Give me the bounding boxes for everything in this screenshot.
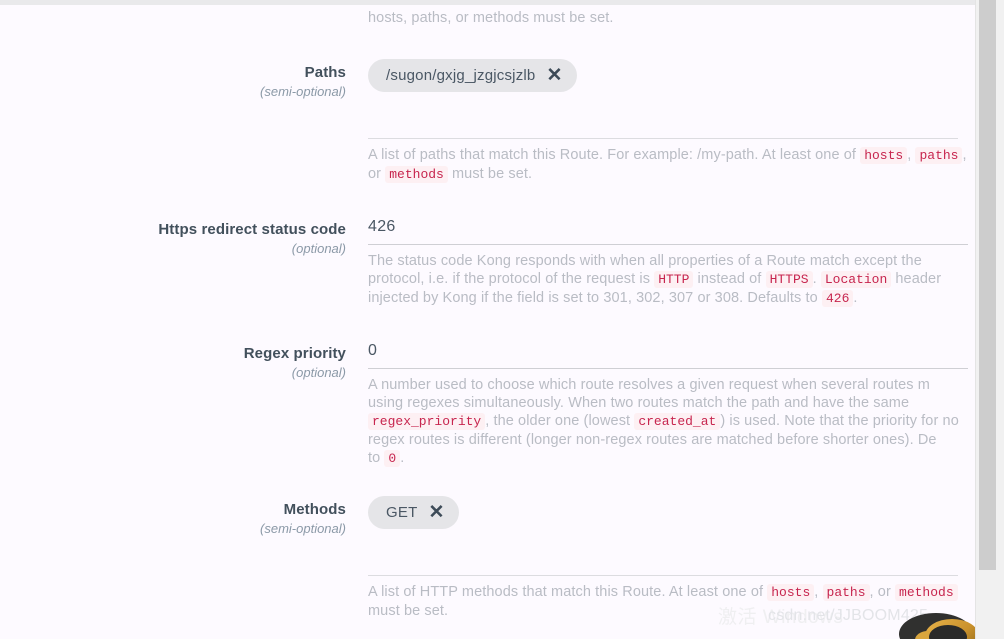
- methods-help-line-1: A list of HTTP methods that match this R…: [368, 576, 975, 602]
- https-redirect-help-line-2: protocol, i.e. if the protocol of the re…: [368, 271, 942, 288]
- route-settings-form: hosts, paths, or methods must be set. Pa…: [0, 5, 975, 639]
- field-column-paths: /sugon/gxjg_jzgjcsjzlb ✕ A list of paths…: [368, 53, 975, 184]
- inline-code-tag: methods: [385, 166, 448, 183]
- field-column-methods: GET ✕ A list of HTTP methods that match …: [368, 490, 975, 620]
- regex-priority-help-line-1: A number used to choose which route reso…: [368, 377, 930, 393]
- inline-code-tag: 0: [384, 450, 401, 467]
- previous-field-help-text: hosts, paths, or methods must be set.: [368, 10, 614, 26]
- inline-code-tag: regex_priority: [368, 413, 486, 430]
- label-column-https-redirect: Https redirect status code (optional): [0, 210, 368, 308]
- paths-help-line-2: or methods must be set.: [368, 166, 533, 183]
- label-column-paths: Paths (semi-optional): [0, 53, 368, 184]
- paths-chip-label: /sugon/gxjg_jzgjcsjzlb: [386, 67, 536, 84]
- field-optionality-paths: (semi-optional): [260, 84, 346, 99]
- regex-priority-input[interactable]: [368, 340, 968, 369]
- field-optionality-https-redirect: (optional): [291, 241, 346, 256]
- field-label-paths: Paths: [304, 64, 346, 81]
- close-icon[interactable]: ✕: [546, 66, 562, 85]
- regex-priority-help-line-5: to 0.: [368, 450, 405, 467]
- field-label-regex-priority: Regex priority: [243, 345, 346, 362]
- form-row-methods: Methods (semi-optional) GET ✕ A list of …: [0, 490, 975, 620]
- methods-help-line-2: must be set.: [368, 603, 449, 619]
- field-label-methods: Methods: [283, 501, 346, 518]
- inline-code-tag: paths: [915, 147, 963, 164]
- inline-code-tag: HTTPS: [765, 271, 813, 288]
- regex-priority-help-line-4: regex routes is different (longer non-re…: [368, 432, 937, 448]
- close-icon[interactable]: ✕: [428, 503, 444, 522]
- methods-chip-label: GET: [386, 504, 418, 521]
- inline-code-tag: methods: [895, 584, 958, 601]
- inline-code-tag: hosts: [860, 147, 908, 164]
- scrollbar-thumb[interactable]: [979, 0, 996, 570]
- paths-help-line-1: A list of paths that match this Route. F…: [368, 147, 967, 164]
- methods-chip[interactable]: GET ✕: [368, 496, 459, 529]
- field-optionality-regex-priority: (optional): [291, 365, 346, 380]
- paths-chip[interactable]: /sugon/gxjg_jzgjcsjzlb ✕: [368, 59, 577, 92]
- field-label-https-redirect-status-code: Https redirect status code: [158, 221, 346, 238]
- route-form-page: hosts, paths, or methods must be set. Pa…: [0, 0, 1004, 639]
- https-redirect-help-line-1: The status code Kong responds with when …: [368, 253, 922, 269]
- form-row-paths: Paths (semi-optional) /sugon/gxjg_jzgjcs…: [0, 53, 975, 184]
- https-redirect-status-code-input[interactable]: [368, 216, 968, 245]
- label-column-empty: [0, 2, 368, 27]
- inline-code-tag: hosts: [767, 584, 815, 601]
- regex-priority-help-line-3: regex_priority, the older one (lowest cr…: [368, 412, 975, 431]
- https-redirect-help-line-3: injected by Kong if the field is set to …: [368, 290, 858, 307]
- label-column-regex-priority: Regex priority (optional): [0, 334, 368, 468]
- label-column-methods: Methods (semi-optional): [0, 490, 368, 620]
- inline-code-tag: Location: [820, 271, 892, 288]
- form-row-https-redirect-status-code: Https redirect status code (optional) Th…: [0, 210, 975, 308]
- vertical-scrollbar[interactable]: [975, 0, 1004, 639]
- inline-code-tag: HTTP: [654, 271, 694, 288]
- inline-code-tag: 426: [821, 290, 854, 307]
- field-optionality-methods: (semi-optional): [260, 521, 346, 536]
- regex-priority-help-line-2: using regexes simultaneously. When two r…: [368, 395, 910, 411]
- form-row-regex-priority: Regex priority (optional) A number used …: [0, 334, 975, 468]
- inline-code-tag: created_at: [634, 413, 721, 430]
- field-column-regex-priority: A number used to choose which route reso…: [368, 334, 975, 468]
- form-row-previous-help: hosts, paths, or methods must be set.: [0, 2, 975, 27]
- field-column-https-redirect: The status code Kong responds with when …: [368, 210, 975, 308]
- inline-code-tag: paths: [822, 584, 870, 601]
